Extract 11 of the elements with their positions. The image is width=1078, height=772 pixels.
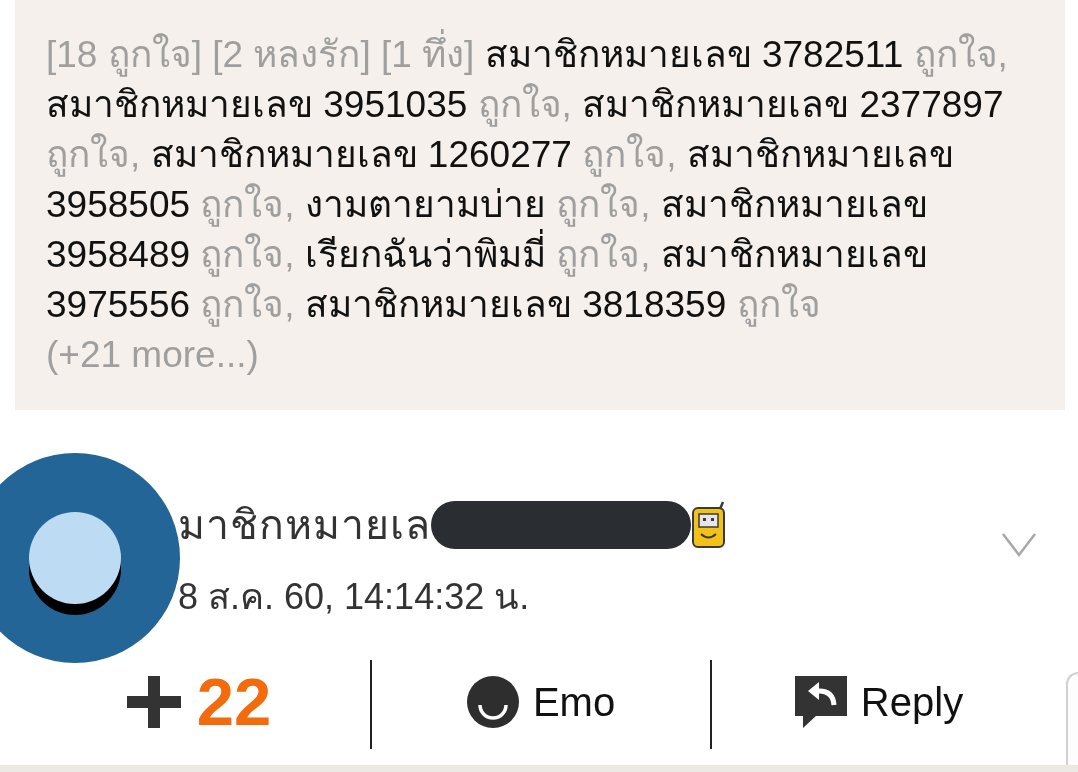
reply-button[interactable]: Reply — [794, 676, 964, 728]
smiley-icon — [466, 676, 519, 728]
mobile-phone-icon — [691, 501, 727, 549]
reaction-list-text: [18 ถูกใจ] [2 หลงรัก] [1 ทึ่ง] สมาชิกหมายเลข 3782511 ถูกใจ, สมาชิกหมายเลข 3951035 ถูกใจ, สมาชิกหมายเลข 2377897 ถูกใจ, สมาชิกหมายเลข 1260277 ถูกใจ, สมาชิกหมายเลข 3958505 ถูกใจ, งามตายามบ่าย ถูกใจ, สมาชิกหมายเลข 3958489 ถูกใจ, เรียกฉันว่าพิมมี่ ถูกใจ, สมาชิกหมายเลข 3975556 ถูกใจ, สมาชิกหมายเลข 3818359 ถูกใจ — [46, 30, 1037, 330]
emo-button[interactable]: Emo — [466, 676, 616, 728]
reply-bubble-icon — [794, 676, 847, 728]
plus-icon — [126, 676, 181, 728]
author-name[interactable]: มาชิกหมายเล — [178, 500, 431, 550]
vote-count: 22 — [196, 667, 272, 737]
plus-button[interactable] — [126, 676, 181, 728]
post-timestamp: 8 ส.ค. 60, 14:14:32 น. — [178, 575, 530, 619]
